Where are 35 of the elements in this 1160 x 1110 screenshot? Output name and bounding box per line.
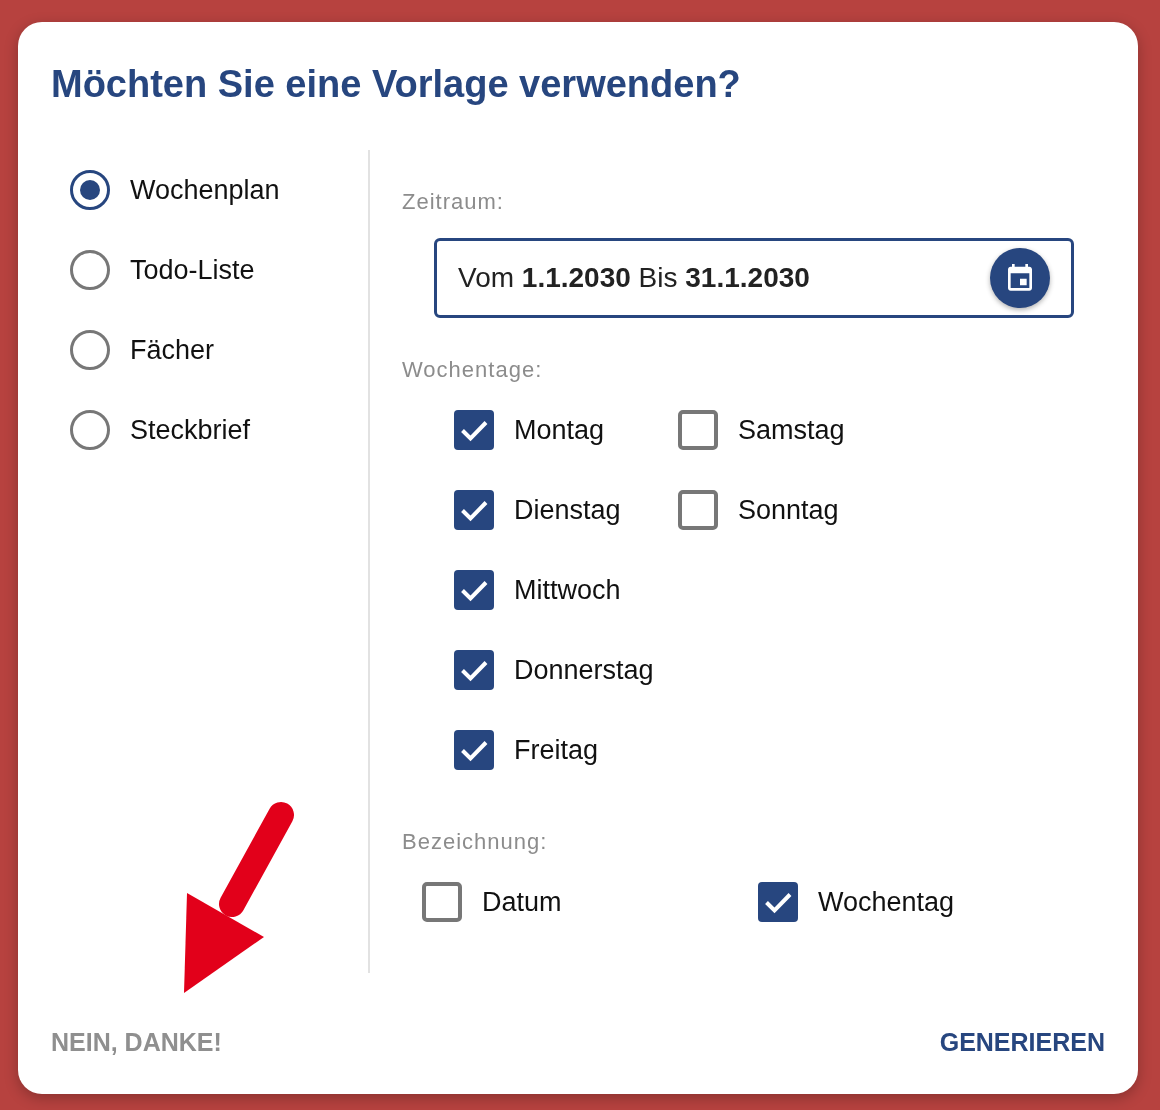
checkbox-label: Samstag: [738, 414, 845, 446]
radio-button[interactable]: [70, 250, 110, 290]
checkbox[interactable]: [454, 650, 494, 690]
option-label: Wochenplan: [130, 174, 280, 206]
checkbox[interactable]: [454, 570, 494, 610]
option-label: Todo-Liste: [130, 254, 255, 286]
checkbox-label: Donnerstag: [514, 654, 654, 686]
section-label: Bezeichnung:: [402, 828, 548, 856]
checkbox-label: Sonntag: [738, 494, 839, 526]
checkbox[interactable]: [454, 410, 494, 450]
checkbox-label: Dienstag: [514, 494, 621, 526]
checkbox[interactable]: [678, 410, 718, 450]
checkbox-label: Mittwoch: [514, 574, 621, 606]
radio-button[interactable]: [70, 410, 110, 450]
checkbox[interactable]: [758, 882, 798, 922]
option-label: Fächer: [130, 334, 215, 366]
date-range-value: Vom 1.1.2030 Bis 31.1.2030: [458, 262, 810, 294]
calendar-button[interactable]: [990, 248, 1050, 308]
checkbox-label: Montag: [514, 414, 605, 446]
checkbox[interactable]: [422, 882, 462, 922]
checkbox[interactable]: [454, 730, 494, 770]
section-label: Wochentage:: [402, 356, 543, 384]
radio-button[interactable]: [70, 170, 110, 210]
section-label: Zeitraum:: [402, 188, 504, 216]
calendar-icon: [1008, 264, 1032, 292]
dialog-title: Möchten Sie eine Vorlage verwenden?: [51, 62, 741, 106]
checkbox-label: Wochentag: [818, 886, 955, 918]
generate-button[interactable]: GENERIEREN: [939, 1018, 1105, 1066]
option-label: Steckbrief: [130, 414, 251, 446]
checkbox[interactable]: [454, 490, 494, 530]
checkbox-label: Freitag: [514, 734, 599, 766]
checkbox[interactable]: [678, 490, 718, 530]
checkbox-label: Datum: [482, 886, 562, 918]
radio-button[interactable]: [70, 330, 110, 370]
date-range-field[interactable]: Vom 1.1.2030 Bis 31.1.2030: [434, 238, 1074, 318]
